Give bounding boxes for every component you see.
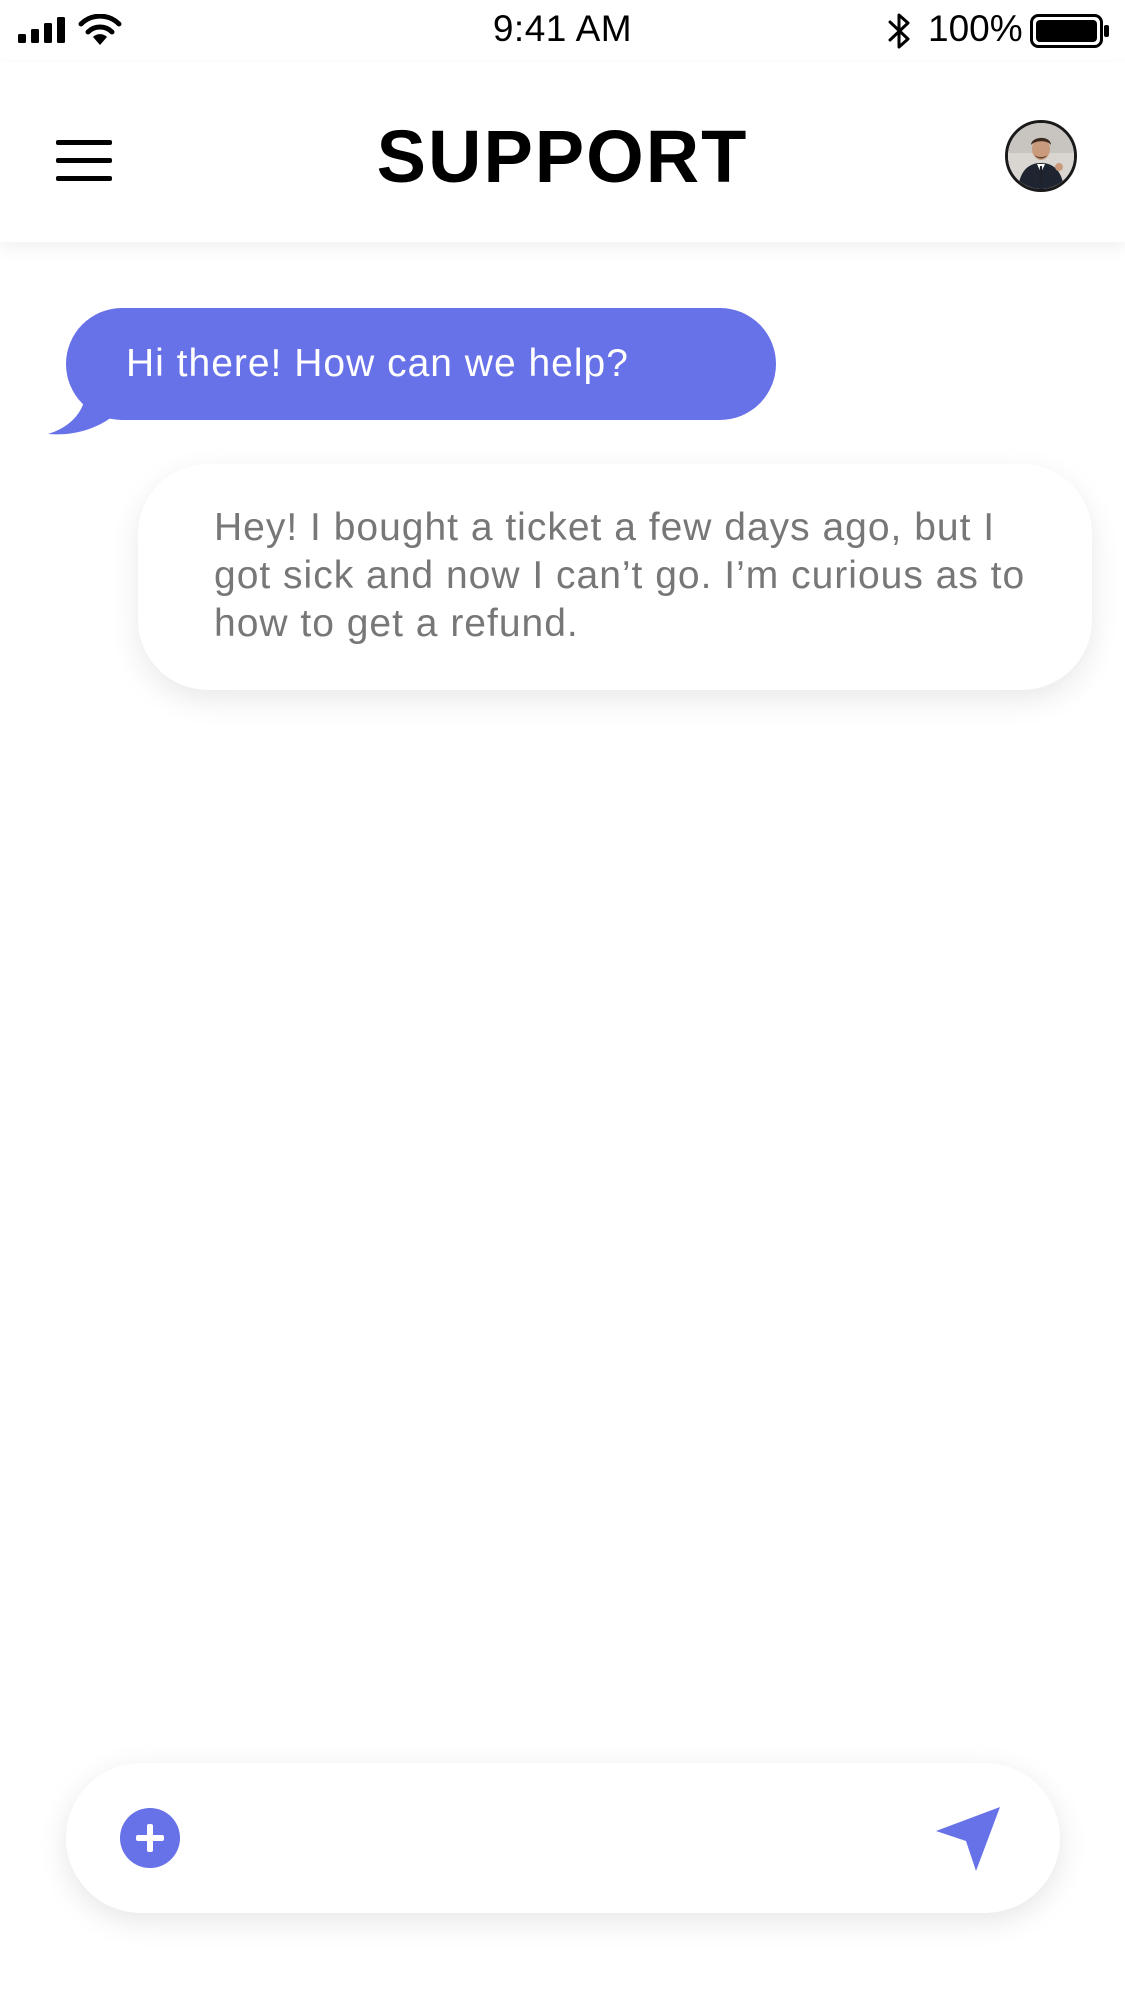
outgoing-message-bubble: Hey! I bought a ticket a few days ago, b… — [138, 464, 1092, 690]
battery-icon — [1030, 14, 1109, 48]
plus-icon[interactable] — [120, 1808, 180, 1868]
page-title: SUPPORT — [376, 115, 749, 198]
status-bar: 9:41 AM 100% — [0, 0, 1125, 62]
message-composer — [66, 1763, 1060, 1913]
message-input[interactable] — [206, 1803, 890, 1875]
outgoing-message-text: Hey! I bought a ticket a few days ago, b… — [214, 506, 1026, 645]
incoming-message-text: Hi there! How can we help? — [126, 342, 629, 385]
battery-percent: 100% — [928, 8, 1023, 49]
avatar-portrait-icon — [1008, 123, 1074, 189]
bluetooth-icon — [888, 13, 910, 49]
incoming-message-bubble: Hi there! How can we help? — [66, 308, 776, 420]
chat-thread[interactable]: Hi there! How can we help? Hey! I bought… — [0, 242, 1125, 1742]
user-avatar[interactable] — [1005, 120, 1077, 192]
send-icon[interactable] — [934, 1805, 1002, 1873]
app-header: SUPPORT — [0, 62, 1125, 242]
